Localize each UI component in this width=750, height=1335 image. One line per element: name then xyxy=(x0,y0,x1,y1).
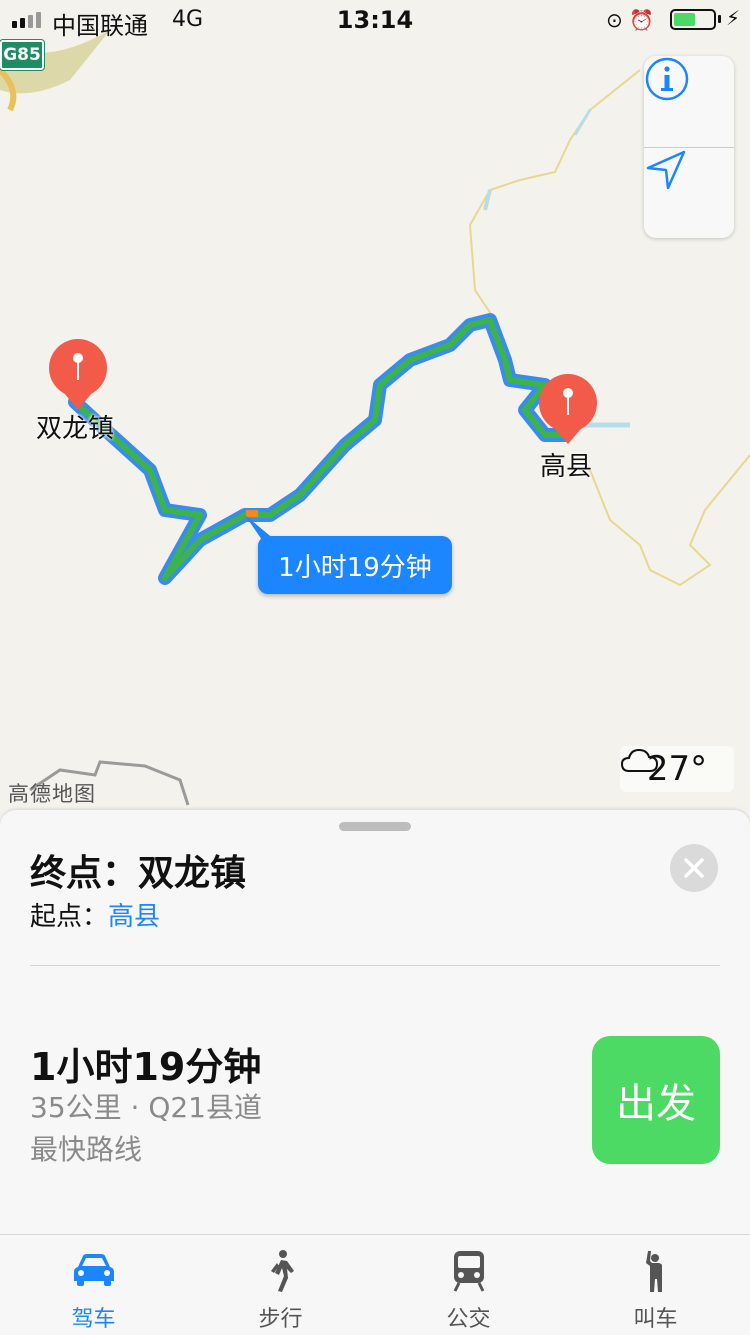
card-grabber[interactable] xyxy=(339,822,411,831)
destination-pin[interactable] xyxy=(49,339,107,410)
car-icon xyxy=(73,1254,114,1286)
weather-badge: 27° xyxy=(620,746,734,792)
charging-icon: ⚡ xyxy=(726,6,741,30)
status-icons: ⊙ ⏰ xyxy=(606,8,654,32)
locate-button[interactable] xyxy=(644,148,734,238)
tab-drive[interactable]: 驾车 xyxy=(0,1235,187,1335)
card-divider xyxy=(30,965,720,966)
highway-badge: G85 xyxy=(0,40,44,70)
close-icon xyxy=(684,858,704,878)
destination-name: 双龙镇 xyxy=(138,853,247,894)
traffic-segment xyxy=(246,510,258,517)
close-button[interactable] xyxy=(670,844,718,892)
route-type-note: 最快路线 xyxy=(30,1133,143,1166)
battery-icon xyxy=(670,9,716,30)
boundary-line-2 xyxy=(589,454,750,587)
tab-walk[interactable]: 步行 xyxy=(187,1235,374,1335)
hail-icon xyxy=(645,1251,662,1292)
map-controls xyxy=(644,56,734,238)
tab-hail[interactable]: 叫车 xyxy=(562,1235,749,1335)
boundary-line xyxy=(468,69,641,321)
tab-walk-label: 步行 xyxy=(258,1307,303,1332)
origin-label: 起点： xyxy=(30,902,109,932)
river-line xyxy=(573,109,592,136)
route-duration[interactable]: 1小时19分钟 xyxy=(30,1036,261,1091)
battery-cap xyxy=(718,15,721,23)
transport-tab-bar: 驾车 步行 公交 叫车 xyxy=(0,1234,750,1335)
location-arrow-icon xyxy=(646,150,686,190)
origin-name[interactable]: 高县 xyxy=(108,902,160,932)
status-bar: 中国联通 4G 13:14 ⊙ ⏰ ⚡ xyxy=(0,0,750,40)
cloud-icon xyxy=(620,748,659,772)
walk-icon xyxy=(270,1250,294,1292)
origin-line: 起点：高县 xyxy=(30,896,160,933)
map-credit: 高德地图 xyxy=(8,782,96,806)
origin-pin-label: 高县 xyxy=(540,452,593,482)
train-icon xyxy=(453,1251,484,1292)
river-line-2 xyxy=(483,189,492,211)
battery-fill xyxy=(674,13,695,26)
destination-label: 终点： xyxy=(30,853,139,894)
rotation-lock-icon: ⊙ xyxy=(605,8,623,32)
destination-line: 终点：双龙镇 xyxy=(30,844,246,896)
route-time-callout[interactable]: 1小时19分钟 xyxy=(258,536,452,594)
go-button[interactable]: 出发 xyxy=(592,1036,720,1164)
route-card: 终点：双龙镇 起点：高县 1小时19分钟 35公里 · Q21县道 最快路线 出… xyxy=(0,810,750,1240)
tab-hail-label: 叫车 xyxy=(633,1307,678,1332)
tab-drive-label: 驾车 xyxy=(71,1307,116,1332)
route-distance-road: 35公里 · Q21县道 xyxy=(30,1091,262,1124)
alarm-icon: ⏰ xyxy=(629,8,654,32)
info-icon xyxy=(645,57,689,101)
info-button[interactable] xyxy=(644,56,734,147)
map-view[interactable]: G85 双龙镇 高县 1小时19分钟 27° 高德地图 xyxy=(0,0,750,820)
tab-transit-label: 公交 xyxy=(446,1307,491,1332)
destination-pin-label: 双龙镇 xyxy=(36,414,115,444)
tab-transit[interactable]: 公交 xyxy=(375,1235,562,1335)
